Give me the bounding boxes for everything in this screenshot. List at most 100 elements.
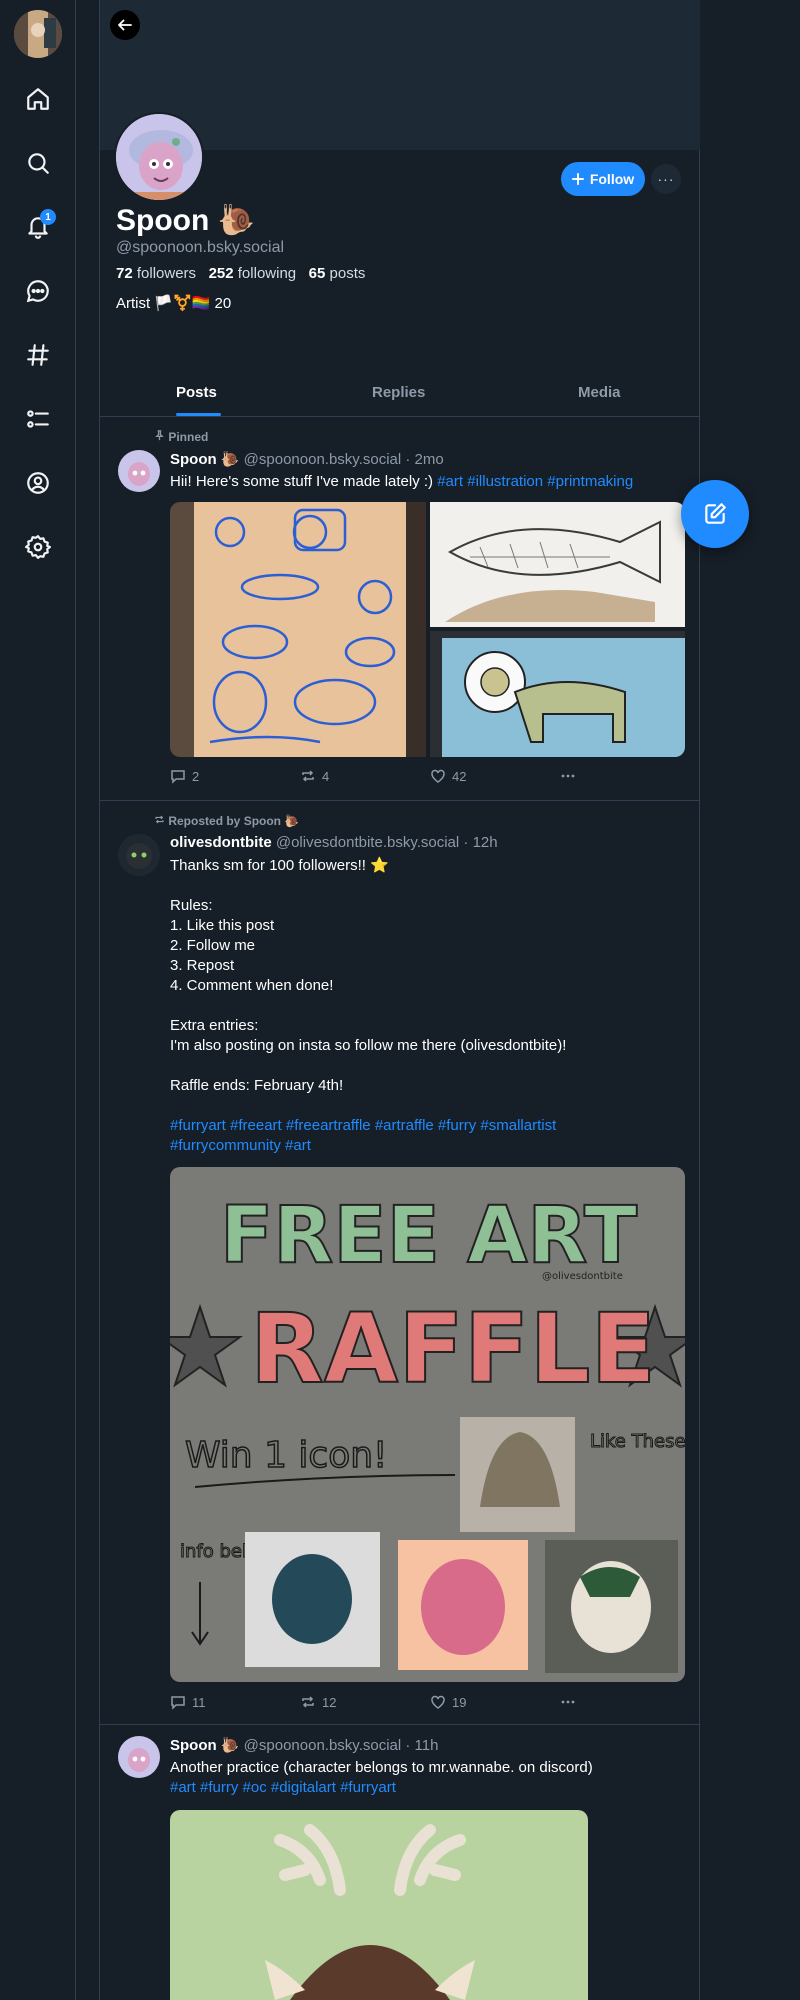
post-context: Reposted by Spoon 🐌 (154, 814, 299, 828)
profile-display-name: Spoon 🐌 (116, 204, 255, 237)
post-author-name[interactable]: Spoon 🐌 (170, 1737, 240, 1754)
post-header: Spoon 🐌 @spoonoon.bsky.social · 11h (170, 1736, 438, 1754)
like-button[interactable]: 19 (430, 1694, 466, 1710)
arrow-left-icon (118, 19, 132, 31)
gear-icon (25, 535, 51, 559)
raffle-like-these: Like These! (590, 1431, 685, 1452)
compose-post-button[interactable] (681, 480, 749, 548)
ellipsis-icon: ··· (657, 171, 675, 187)
nav-settings[interactable] (18, 527, 58, 567)
post-more-button[interactable] (560, 1694, 576, 1710)
post-time: · 11h (405, 1737, 439, 1754)
post-author-avatar[interactable] (118, 450, 160, 492)
profile-avatar[interactable] (114, 112, 204, 202)
post-header: Spoon 🐌 @spoonoon.bsky.social · 2mo (170, 450, 444, 468)
left-nav-rail: 1 (0, 0, 76, 2000)
home-icon (27, 88, 49, 110)
post-author-avatar[interactable] (118, 1736, 160, 1778)
reply-icon (171, 770, 185, 784)
feed-post[interactable]: Pinned Spoon 🐌 @spoonoon.bsky.social · 2… (100, 418, 700, 801)
heart-icon (431, 769, 445, 783)
hashtag-links[interactable]: #art #furry #oc #digitalart #furryart (170, 1778, 690, 1798)
tab-media[interactable]: Media (578, 384, 621, 401)
repost-icon (302, 1696, 314, 1708)
back-button[interactable] (110, 10, 140, 40)
followers-link[interactable]: 72 followers (116, 265, 196, 282)
post-more-button[interactable] (560, 768, 576, 784)
plus-icon (571, 173, 584, 185)
raffle-title-line2: RAFFLE (250, 1293, 656, 1405)
reply-button[interactable]: 2 (170, 768, 199, 784)
image-blue-drawings[interactable] (170, 502, 426, 757)
heart-icon (431, 1695, 445, 1709)
post-context: Pinned (154, 430, 208, 444)
repost-icon (302, 770, 314, 782)
post-text: Thanks sm for 100 followers!! ⭐ Rules: 1… (170, 856, 690, 1156)
nav-lists[interactable] (18, 399, 58, 439)
profile-icon (27, 472, 49, 494)
feed-post[interactable]: Spoon 🐌 @spoonoon.bsky.social · 11h Anot… (100, 1726, 700, 2000)
notifications-badge: 1 (40, 209, 56, 225)
follow-label: Follow (589, 171, 635, 187)
posts-count: 65 posts (308, 265, 366, 282)
post-author-handle: @olivesdontbite.bsky.social (275, 834, 460, 851)
post-time: · 12h (463, 834, 498, 851)
post-author-name[interactable]: Spoon 🐌 (170, 451, 240, 468)
profile-bio: Artist 🏳️⚧️🏳️‍🌈 20 (116, 295, 232, 312)
reply-button[interactable]: 11 (170, 1694, 206, 1710)
post-author-name[interactable]: olivesdontbite (170, 834, 272, 851)
nav-search[interactable] (18, 143, 58, 183)
post-author-handle: @spoonoon.bsky.social (243, 451, 402, 468)
more-options-button[interactable]: ··· (651, 164, 681, 194)
search-icon (28, 153, 49, 174)
pin-icon (155, 430, 164, 441)
ellipsis-icon (561, 774, 575, 778)
post-image-gallery[interactable] (170, 502, 685, 757)
hashtag-links[interactable]: #furryart #freeart #freeartraffle #artra… (170, 1116, 690, 1136)
repost-button[interactable]: 4 (300, 768, 329, 784)
hashtag-link[interactable]: #printmaking (547, 473, 633, 490)
active-tab-indicator (176, 413, 221, 416)
post-actions: 2 4 42 (170, 768, 590, 788)
hashtag-link[interactable]: #illustration (467, 473, 543, 490)
repost-icon (155, 815, 164, 824)
post-author-handle: @spoonoon.bsky.social (243, 1737, 402, 1754)
tab-posts[interactable]: Posts (176, 384, 217, 401)
list-icon (27, 410, 49, 428)
nav-feeds[interactable] (18, 335, 58, 375)
raffle-title-line1: FREE ART (220, 1191, 637, 1281)
nav-notifications[interactable]: 1 (18, 207, 58, 247)
post-time: · 2mo (405, 451, 444, 468)
feed-post[interactable]: Reposted by Spoon 🐌 olivesdontbite @oliv… (100, 802, 700, 1725)
hashtag-icon (27, 344, 49, 366)
follow-button[interactable]: Follow (561, 162, 645, 196)
post-text: Hii! Here's some stuff I've made lately … (170, 473, 634, 490)
post-author-avatar[interactable] (118, 834, 160, 876)
like-button[interactable]: 42 (430, 768, 466, 784)
hashtag-link[interactable]: #art (437, 473, 463, 490)
post-header: olivesdontbite @olivesdontbite.bsky.soci… (170, 834, 498, 851)
raffle-image[interactable]: FREE ART @olivesdontbite RAFFLE Win 1 ic… (170, 1167, 685, 1682)
post-image[interactable] (170, 1810, 588, 2000)
current-user-avatar[interactable] (14, 10, 62, 58)
compose-icon (705, 503, 726, 524)
raffle-subtitle: Win 1 icon! (185, 1435, 387, 1476)
nav-profile[interactable] (18, 463, 58, 503)
hashtag-links[interactable]: #furrycommunity #art (170, 1136, 690, 1156)
nav-chat[interactable] (18, 271, 58, 311)
profile-stats: 72 followers 252 following 65 posts (116, 265, 365, 282)
tab-replies[interactable]: Replies (372, 384, 425, 401)
profile-column: Follow ··· Spoon 🐌 @spoonoon.bsky.social… (99, 0, 700, 2000)
repost-button[interactable]: 12 (300, 1694, 336, 1710)
raffle-credit: @olivesdontbite (542, 1271, 623, 1282)
image-lion-print[interactable] (430, 631, 685, 757)
reply-icon (171, 1696, 185, 1710)
following-link[interactable]: 252 following (209, 265, 297, 282)
nav-home[interactable] (18, 79, 58, 119)
profile-handle: @spoonoon.bsky.social (116, 239, 285, 256)
profile-tabs: Posts Replies Media (100, 372, 700, 417)
ellipsis-icon (561, 1700, 575, 1704)
post-text: Another practice (character belongs to m… (170, 1758, 690, 1798)
image-fish-print[interactable] (430, 502, 685, 627)
chat-icon (26, 280, 49, 303)
